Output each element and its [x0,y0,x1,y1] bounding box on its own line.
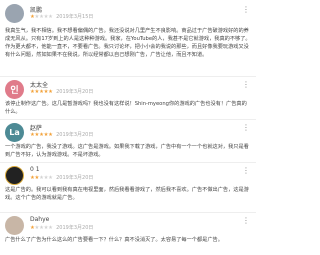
review-date: 2019年3月20日 [56,175,94,181]
review-item: 인 太太全 ★★★★★ 2019年3月20日 ⋮ 该停止制作这广告。这几是暂游戏… [0,77,256,119]
rating-stars: ★★★★★ 2019年3月20日 [30,89,94,95]
review-item: 凯鹏 ★★★★★ 2019年3月15日 ⋮ 我真生气，我不相信。我不想看偏偶的广… [0,0,256,76]
more-vertical-icon[interactable]: ⋮ [242,6,250,14]
review-date: 2019年3月15日 [56,14,94,20]
avatar-text: 인 [10,86,19,96]
review-item: Dahye ★★★★★ 2019年3月20日 ⋮ 广告什么了广告为什么这么的广告… [0,213,256,255]
avatar[interactable] [5,166,24,185]
review-feed: 凯鹏 ★★★★★ 2019年3月15日 ⋮ 我真生气，我不相信。我不想看偏偶的广… [0,0,256,255]
more-vertical-icon[interactable]: ⋮ [242,167,250,175]
rating-stars: ★★★★★ 2019年3月20日 [30,225,94,231]
avatar[interactable]: 인 [5,80,24,99]
review-date: 2019年3月20日 [56,132,94,138]
reviewer-name[interactable]: 0 1 [30,166,40,173]
avatar[interactable] [5,216,24,235]
rating-stars: ★★★★★ 2019年3月20日 [30,175,94,181]
avatar[interactable] [5,4,24,23]
reviewer-name[interactable]: Dahye [30,216,49,223]
review-text: 这是广告的。我可以看到我有真在电视里面，然后我看看游戏了，然后我不喜欢。广告不做… [5,187,249,201]
review-date: 2019年3月20日 [56,225,94,231]
avatar-text: La [9,128,20,137]
review-text: 我真生气，我不相信。我不想看偏偶的广告。我还没说对几里产生不良影响。商品过于广告… [5,28,251,58]
review-date: 2019年3月20日 [56,89,94,95]
review-text: 该停止制作这广告。这几是暂游戏吗？我也没有这样说！Shin-myeong你的游戏… [5,101,247,115]
rating-stars: ★★★★★ 2019年3月15日 [30,14,94,20]
rating-stars: ★★★★★ 2019年3月20日 [30,132,94,138]
more-vertical-icon[interactable]: ⋮ [242,124,250,132]
more-vertical-icon[interactable]: ⋮ [242,81,250,89]
avatar[interactable]: La [5,123,24,142]
more-vertical-icon[interactable]: ⋮ [242,217,250,225]
review-item: La 赵萨 ★★★★★ 2019年3月20日 ⋮ 一个游戏的广告，我没了游戏。这… [0,120,256,162]
review-item: 0 1 ★★★★★ 2019年3月20日 ⋮ 这是广告的。我可以看到我有真在电视… [0,163,256,212]
review-text: 广告什么了广告为什么这么的广告要看一下？什么？真不没消灭了。太容易了每一个都是广… [5,237,223,243]
review-text: 一个游戏的广告，我没了游戏。这广告是游戏。如果我下载了游戏，广告中有一个一个也就… [5,144,249,158]
